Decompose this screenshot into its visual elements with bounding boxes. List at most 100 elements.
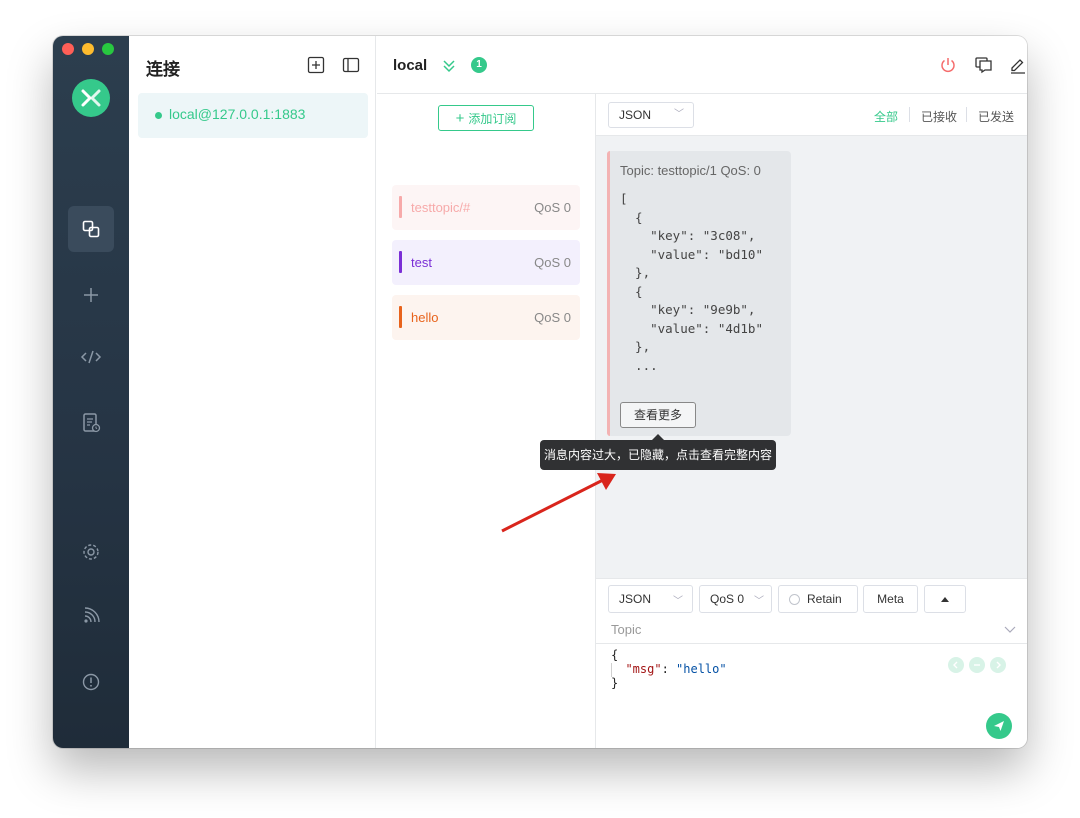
- minus-icon: [974, 664, 980, 666]
- app-window: 连接 local@127.0.0.1:1883 local 1 + 添加订阅 t…: [53, 36, 1027, 748]
- payload-value: "hello": [676, 662, 727, 676]
- connection-label: local@127.0.0.1:1883: [169, 106, 306, 122]
- feed-icon: [84, 607, 100, 623]
- publish-payload-editor[interactable]: { "msg": "hello" }: [611, 648, 727, 690]
- arrow-left-icon: [953, 661, 958, 669]
- connections-title: 连接: [146, 60, 180, 79]
- maximize-window-button[interactable]: [102, 43, 114, 55]
- publish-qos-select[interactable]: QoS 0 ﹀: [699, 585, 772, 613]
- subscription-item[interactable]: test QoS 0: [392, 240, 580, 285]
- caret-up-icon: [941, 596, 949, 602]
- subscription-topic: test: [411, 255, 432, 270]
- filter-divider: [966, 107, 967, 122]
- add-subscription-button[interactable]: + 添加订阅: [438, 105, 534, 131]
- subscription-qos: QoS 0: [534, 255, 571, 270]
- toggle-sidebar-button[interactable]: [342, 56, 360, 74]
- subscription-topic: testtopic/#: [411, 200, 471, 215]
- publish-format-value: JSON: [619, 592, 652, 606]
- settings-nav-button[interactable]: [68, 529, 114, 575]
- subscription-qos: QoS 0: [534, 200, 571, 215]
- connections-nav-button[interactable]: [68, 206, 114, 252]
- connections-icon: [82, 220, 100, 238]
- filter-sent-tab[interactable]: 已发送: [978, 108, 1014, 125]
- message-meta: Topic: testtopic/1 QoS: 0: [620, 163, 761, 178]
- sidebar-toggle-icon: [342, 57, 360, 73]
- code-icon: [80, 350, 102, 364]
- subscription-item[interactable]: hello QoS 0: [392, 295, 580, 340]
- window-controls: [62, 43, 114, 55]
- meta-button[interactable]: Meta: [863, 585, 918, 613]
- messages-toolbar: JSON ﹀ 全部 已接收 已发送: [596, 94, 1027, 136]
- editor-indent-guide: [611, 663, 612, 677]
- filter-all-tab[interactable]: 全部: [874, 108, 898, 125]
- collapse-toggle[interactable]: [441, 58, 457, 79]
- reset-payload-button[interactable]: [969, 657, 985, 673]
- close-window-button[interactable]: [62, 43, 74, 55]
- plus-icon: +: [455, 109, 465, 127]
- disconnect-button[interactable]: [937, 54, 959, 76]
- radio-circle-icon: [789, 593, 800, 605]
- new-window-button[interactable]: [973, 54, 995, 76]
- expand-publish-button[interactable]: [924, 585, 966, 613]
- plus-icon: [84, 288, 98, 302]
- retain-label: Retain: [807, 592, 842, 606]
- chevron-down-icon: ﹀: [674, 109, 684, 120]
- subscription-color-bar: [399, 196, 402, 218]
- add-subscription-label: 添加订阅: [468, 111, 517, 126]
- payload-key: "msg": [625, 662, 662, 676]
- next-payload-button[interactable]: [990, 657, 1006, 673]
- connection-header: local 1: [377, 36, 1027, 94]
- app-logo: [72, 79, 110, 117]
- minimize-window-button[interactable]: [82, 43, 94, 55]
- edit-icon: [1011, 59, 1025, 74]
- power-icon: [941, 58, 955, 73]
- chevron-down-icon[interactable]: [1004, 626, 1016, 634]
- view-more-button[interactable]: 查看更多: [620, 402, 696, 428]
- message-color-edge: [607, 151, 610, 436]
- feed-nav-button[interactable]: [68, 593, 114, 639]
- publish-panel: JSON ﹀ QoS 0 ﹀ Retain Meta Topic { "msg"…: [596, 578, 1027, 748]
- new-connection-nav-button[interactable]: [68, 272, 114, 318]
- topic-divider: [596, 643, 1027, 644]
- message-payload: [ { "key": "3c08", "value": "bd10" }, { …: [620, 191, 763, 373]
- connection-status-dot: [155, 112, 162, 119]
- publish-format-select[interactable]: JSON ﹀: [608, 585, 693, 613]
- script-nav-button[interactable]: [68, 334, 114, 380]
- filter-received-tab[interactable]: 已接收: [921, 108, 957, 125]
- message-card: Topic: testtopic/1 QoS: 0 [ { "key": "3c…: [607, 151, 791, 436]
- plus-square-icon: [307, 56, 325, 74]
- filter-divider: [909, 107, 910, 122]
- about-nav-button[interactable]: [68, 659, 114, 705]
- side-rail: [53, 36, 129, 748]
- subscription-color-bar: [399, 251, 402, 273]
- subscription-color-bar: [399, 306, 402, 328]
- connections-panel: 连接 local@127.0.0.1:1883: [129, 36, 376, 748]
- previous-payload-button[interactable]: [948, 657, 964, 673]
- publish-qos-value: QoS 0: [710, 592, 745, 606]
- arrow-right-icon: [996, 661, 1001, 669]
- chevron-down-icon: ﹀: [754, 595, 764, 607]
- unread-badge: 1: [471, 57, 487, 73]
- subscription-item[interactable]: testtopic/# QoS 0: [392, 185, 580, 230]
- log-nav-button[interactable]: [68, 400, 114, 446]
- settings-icon: [83, 544, 99, 560]
- send-icon: [994, 721, 1004, 731]
- connection-title: local: [393, 57, 428, 74]
- double-chevron-down-icon: [443, 60, 455, 73]
- subscription-qos: QoS 0: [534, 310, 571, 325]
- send-button[interactable]: [986, 713, 1012, 739]
- publish-topic-input[interactable]: Topic: [611, 622, 641, 637]
- new-connection-button[interactable]: [307, 56, 325, 74]
- subscription-topic: hello: [411, 310, 439, 325]
- message-format-value: JSON: [619, 108, 652, 122]
- chat-windows-icon: [975, 57, 992, 74]
- log-icon: [83, 413, 101, 433]
- message-hidden-tooltip: 消息内容过大，已隐藏，点击查看完整内容: [540, 434, 776, 470]
- message-format-select[interactable]: JSON ﹀: [608, 102, 694, 128]
- chevron-down-icon: ﹀: [673, 595, 683, 607]
- edit-connection-button[interactable]: [1007, 54, 1027, 76]
- retain-checkbox[interactable]: Retain: [778, 585, 858, 613]
- connection-item[interactable]: local@127.0.0.1:1883: [138, 93, 368, 138]
- subscriptions-panel: + 添加订阅 testtopic/# QoS 0 test QoS 0 hell…: [377, 94, 596, 748]
- messages-panel: JSON ﹀ 全部 已接收 已发送 Topic: testtopic/1 QoS…: [596, 94, 1027, 578]
